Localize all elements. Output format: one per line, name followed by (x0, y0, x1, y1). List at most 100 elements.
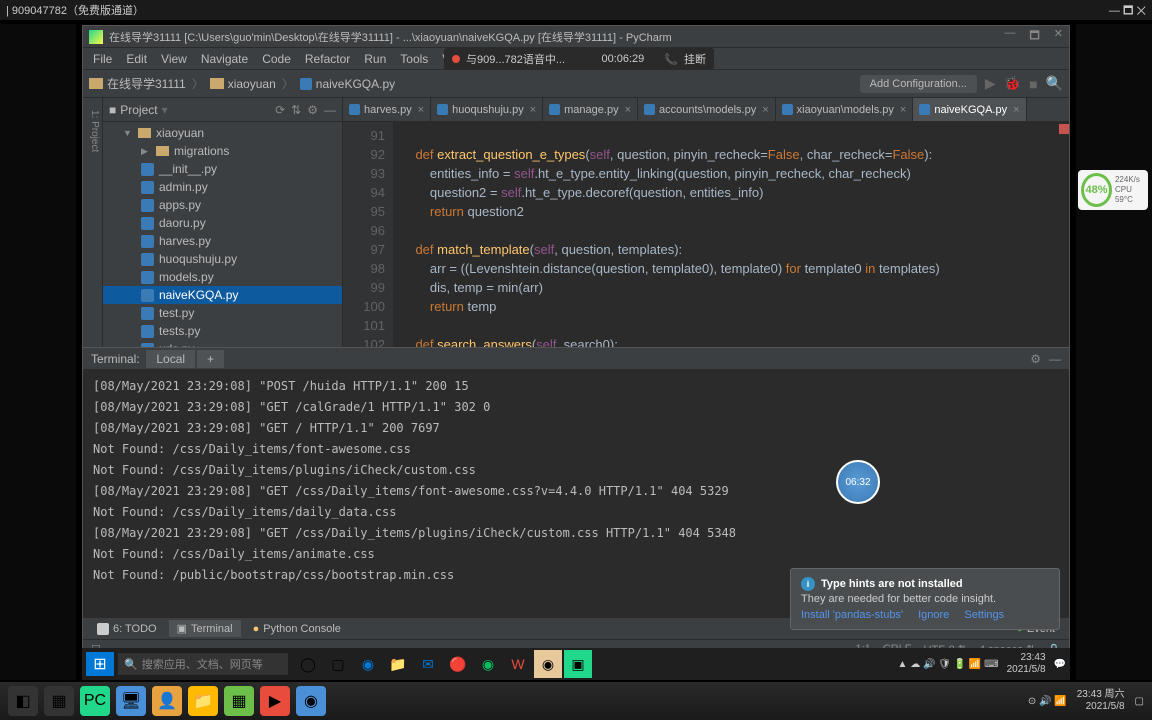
dock-app-5[interactable]: 👤 (152, 686, 182, 716)
dock-app-4[interactable]: 🖥 (116, 686, 146, 716)
app-chrome[interactable]: 🔴 (444, 650, 472, 678)
desktop-title-bar: | 909047782（免费版通道） — 🗖 ✕ (0, 0, 1152, 20)
start-button[interactable]: ⊞ (86, 652, 114, 676)
tree-item-tests.py[interactable]: tests.py (103, 322, 342, 340)
app-pycharm[interactable]: ▣ (564, 650, 592, 678)
window-controls[interactable]: — 🗖 ✕ (1004, 27, 1063, 46)
voice-call-overlay[interactable]: 与909...782语音中... 00:06:29 📞 挂断 (444, 48, 714, 70)
tree-item-migrations[interactable]: ▶migrations (103, 142, 342, 160)
menu-tools[interactable]: Tools (394, 50, 434, 68)
dock-app-9[interactable]: ◉ (296, 686, 326, 716)
tab-project[interactable]: 1: Project (87, 106, 102, 347)
app-explorer[interactable]: 📁 (384, 650, 412, 678)
tree-item-daoru.py[interactable]: daoru.py (103, 214, 342, 232)
tree-item-models.py[interactable]: models.py (103, 268, 342, 286)
editor-tab[interactable]: harves.py× (343, 98, 431, 121)
folder-icon (210, 78, 224, 89)
tray-icons-2[interactable]: ⊙ 🔊 📶 (1028, 696, 1067, 707)
minimize-icon[interactable]: — (1049, 352, 1061, 366)
app-wechat[interactable]: ◉ (474, 650, 502, 678)
taskbar-search[interactable]: 🔍 搜索应用、文档、网页等 (118, 653, 288, 675)
right-dock (1076, 24, 1152, 680)
side-tool-tabs[interactable]: 1: Project 7: Structure 2: Favorites (83, 98, 103, 347)
terminal-tab-add[interactable]: + (197, 350, 224, 368)
show-desktop[interactable]: ▢ (1135, 696, 1144, 707)
install-link[interactable]: Install 'pandas-stubs' (801, 609, 903, 621)
add-configuration-button[interactable]: Add Configuration... (860, 75, 977, 93)
python-icon (300, 78, 312, 90)
app-mail[interactable]: ✉ (414, 650, 442, 678)
tree-item-xiaoyuan[interactable]: ▼xiaoyuan (103, 124, 342, 142)
code-content[interactable]: def extract_question_e_types(self, quest… (393, 122, 1069, 347)
window-title-bar[interactable]: 在线导学31111 [C:\Users\guo'min\Desktop\在线导学… (83, 26, 1069, 48)
menu-file[interactable]: File (87, 50, 118, 68)
menu-refactor[interactable]: Refactor (299, 50, 356, 68)
close-button[interactable]: ✕ (1054, 27, 1063, 46)
menu-run[interactable]: Run (358, 50, 392, 68)
code-editor[interactable]: 919293949596979899100101102103 def extra… (343, 122, 1069, 347)
search-icon[interactable]: 🔍 (1046, 75, 1063, 92)
hangup-button[interactable]: 挂断 (684, 51, 706, 67)
terminal-tab-local[interactable]: Local (146, 350, 195, 368)
dock-pycharm[interactable]: PC (80, 686, 110, 716)
tray-icons[interactable]: ▲ ☁ 🔊 🛡 🔋 📶 ⌨ (898, 659, 999, 670)
editor-tab[interactable]: xiaoyuan\models.py× (776, 98, 914, 121)
tab-terminal[interactable]: ▣Terminal (169, 620, 241, 637)
dock-app-1[interactable]: ◧ (8, 686, 38, 716)
dock-app-8[interactable]: ▶ (260, 686, 290, 716)
windows-taskbar[interactable]: ⊞ 🔍 搜索应用、文档、网页等 ◯ ▢ ◉ 📁 ✉ 🔴 ◉ W ◉ ▣ ▲ ☁ … (82, 648, 1070, 680)
menu-edit[interactable]: Edit (120, 50, 153, 68)
tree-item-harves.py[interactable]: harves.py (103, 232, 342, 250)
menu-navigate[interactable]: Navigate (195, 50, 254, 68)
app-cortana[interactable]: ◯ (294, 650, 322, 678)
app-unknown1[interactable]: ◉ (534, 650, 562, 678)
editor-tabs[interactable]: harves.py×huoqushuju.py×manage.py×accoun… (343, 98, 1069, 122)
menu-code[interactable]: Code (256, 50, 297, 68)
editor-tab[interactable]: naiveKGQA.py× (913, 98, 1026, 121)
navigation-bar: 在线导学31111 〉 xiaoyuan 〉 naiveKGQA.py Add … (83, 70, 1069, 98)
editor-tab[interactable]: manage.py× (543, 98, 638, 121)
taskbar-clock[interactable]: 23:432021/5/8 (1007, 652, 1046, 676)
app-taskview[interactable]: ▢ (324, 650, 352, 678)
desktop-taskbar[interactable]: ◧ ▦ PC 🖥 👤 📁 ▦ ▶ ◉ ⊙ 🔊 📶 23:43 周六2021/5/… (0, 682, 1152, 720)
dock-app-2[interactable]: ▦ (44, 686, 74, 716)
tree-item-urls.py[interactable]: urls.py (103, 340, 342, 347)
tree-item-admin.py[interactable]: admin.py (103, 178, 342, 196)
dock-app-6[interactable]: 📁 (188, 686, 218, 716)
editor-tab[interactable]: huoqushuju.py× (431, 98, 543, 121)
floating-timer[interactable]: 06:32 (836, 460, 880, 504)
desktop-clock[interactable]: 23:43 周六2021/5/8 (1077, 689, 1125, 713)
app-wps[interactable]: W (504, 650, 532, 678)
project-panel: ■Project ▾ ⟳⇅⚙— ▼xiaoyuan▶migrations__in… (103, 98, 343, 347)
project-header[interactable]: ■Project ▾ ⟳⇅⚙— (103, 98, 342, 122)
stop-icon[interactable]: ■ (1029, 76, 1037, 92)
editor-tab[interactable]: accounts\models.py× (638, 98, 776, 121)
breadcrumb[interactable]: 在线导学31111 〉 xiaoyuan 〉 naiveKGQA.py (89, 75, 395, 92)
tree-item-__init__.py[interactable]: __init__.py (103, 160, 342, 178)
project-tree[interactable]: ▼xiaoyuan▶migrations__init__.pyadmin.pya… (103, 122, 342, 347)
tab-python-console[interactable]: ●Python Console (245, 621, 349, 637)
terminal-header[interactable]: Terminal: Local+ ⚙— (83, 348, 1069, 370)
settings-link[interactable]: Settings (964, 609, 1004, 621)
app-edge[interactable]: ◉ (354, 650, 382, 678)
minimize-button[interactable]: — (1004, 27, 1015, 46)
left-dock (0, 24, 76, 680)
debug-icon[interactable]: 🐞 (1004, 75, 1021, 92)
maximize-button[interactable]: 🗖 (1029, 27, 1039, 46)
tree-item-test.py[interactable]: test.py (103, 304, 342, 322)
ignore-link[interactable]: Ignore (918, 609, 949, 621)
menu-view[interactable]: View (155, 50, 193, 68)
dock-app-7[interactable]: ▦ (224, 686, 254, 716)
performance-widget[interactable]: 48% 224K/sCPU 59°C (1078, 170, 1148, 210)
notification-center[interactable]: 💬 (1054, 659, 1066, 670)
tree-item-naiveKGQA.py[interactable]: naiveKGQA.py (103, 286, 342, 304)
gear-icon[interactable]: ⚙ (1030, 352, 1041, 366)
run-icon[interactable]: ▶ (985, 75, 996, 92)
folder-icon (89, 78, 103, 89)
error-stripe[interactable] (1059, 124, 1069, 134)
tab-todo[interactable]: 6: TODO (89, 621, 165, 637)
tree-item-huoqushuju.py[interactable]: huoqushuju.py (103, 250, 342, 268)
tree-item-apps.py[interactable]: apps.py (103, 196, 342, 214)
editor-area: harves.py×huoqushuju.py×manage.py×accoun… (343, 98, 1069, 347)
notification-popup[interactable]: iType hints are not installed They are n… (790, 568, 1060, 630)
